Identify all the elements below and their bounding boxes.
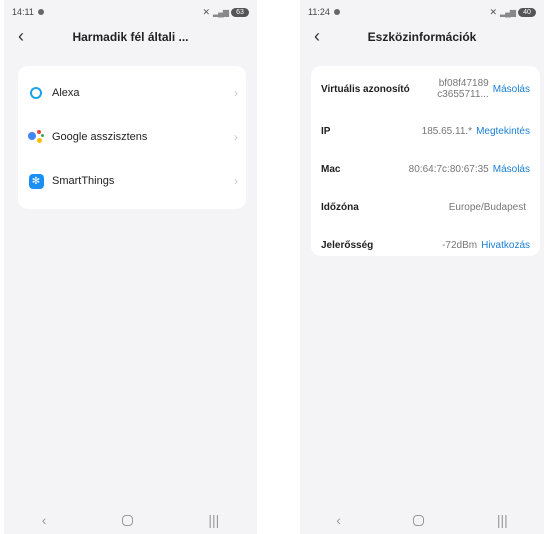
notification-icon (37, 9, 44, 15)
services-card: Alexa › Google asszisztens › ✻ SmartThin… (18, 66, 246, 209)
chevron-right-icon: › (234, 86, 238, 100)
info-label: Virtuális azonosító (321, 83, 410, 95)
info-value: bf08f47189 c3655711... (410, 78, 493, 100)
battery-indicator: 63 (231, 7, 249, 17)
service-label: SmartThings (52, 175, 115, 187)
alexa-icon (28, 85, 44, 101)
status-time: 14:11 (12, 7, 34, 17)
chevron-right-icon: › (234, 130, 238, 144)
android-nav-bar: ‹ ||| (300, 506, 544, 534)
nav-recents-icon[interactable]: ||| (208, 512, 219, 528)
nav-home-icon[interactable] (121, 514, 133, 526)
mute-icon: ✕ (202, 6, 211, 17)
mute-icon: ✕ (489, 6, 498, 17)
page-title: Eszközinformációk (367, 30, 477, 44)
notification-icon (333, 9, 340, 15)
nav-back-icon[interactable]: ‹ (336, 512, 341, 528)
info-value: -72dBm (442, 239, 478, 251)
info-value: 80:64:7c:80:67:35 (408, 163, 489, 175)
nav-back-icon[interactable]: ‹ (42, 512, 47, 528)
copy-link[interactable]: Másolás (493, 84, 530, 95)
battery-indicator: 40 (518, 7, 536, 17)
service-label: Alexa (52, 87, 80, 99)
service-item-alexa[interactable]: Alexa › (18, 71, 246, 115)
chevron-right-icon: › (234, 174, 238, 188)
android-nav-bar: ‹ ||| (4, 506, 257, 534)
info-row-mac: Mac 80:64:7c:80:67:35 Másolás (311, 150, 540, 188)
device-info-screen: 11:24 ✕ ▂▄▆ 40 ‹ Eszközinformációk Virtu… (300, 0, 544, 534)
header: ‹ Eszközinformációk (300, 24, 544, 50)
info-value: 185.65.11.* (421, 125, 473, 137)
info-label: Időzóna (321, 201, 359, 213)
smartthings-icon: ✻ (28, 173, 44, 189)
service-item-smartthings[interactable]: ✻ SmartThings › (18, 159, 246, 203)
service-label: Google asszisztens (52, 131, 148, 143)
info-value: Europe/Budapest (448, 201, 526, 213)
info-label: IP (321, 125, 331, 137)
back-chevron-icon[interactable]: ‹ (18, 27, 24, 45)
info-row-timezone: Időzóna Europe/Budapest (311, 188, 540, 226)
info-row-signal-strength: Jelerősség -72dBm Hivatkozás (311, 226, 540, 264)
info-label: Mac (321, 163, 341, 175)
view-link[interactable]: Megtekintés (476, 126, 530, 137)
info-row-ip: IP 185.65.11.* Megtekintés (311, 112, 540, 150)
back-chevron-icon[interactable]: ‹ (314, 27, 320, 45)
status-bar: 11:24 ✕ ▂▄▆ 40 (300, 0, 544, 24)
info-value-line2: c3655711... (437, 89, 489, 100)
third-party-services-screen: 14:11 ✕ ▂▄▆ 63 ‹ Harmadik fél általi ...… (4, 0, 257, 534)
service-item-google-assistant[interactable]: Google asszisztens › (18, 115, 246, 159)
status-bar: 14:11 ✕ ▂▄▆ 63 (4, 0, 257, 24)
google-assistant-icon (28, 129, 44, 145)
signal-icon: ▂▄▆ (500, 7, 516, 17)
status-time: 11:24 (308, 7, 330, 17)
nav-recents-icon[interactable]: ||| (497, 512, 508, 528)
reference-link[interactable]: Hivatkozás (481, 240, 530, 251)
info-row-virtual-id: Virtuális azonosító bf08f47189 c3655711.… (311, 66, 540, 112)
header: ‹ Harmadik fél általi ... (4, 24, 257, 50)
info-value-line1: bf08f47189 (438, 78, 489, 89)
device-info-card: Virtuális azonosító bf08f47189 c3655711.… (311, 66, 540, 256)
signal-icon: ▂▄▆ (213, 7, 229, 17)
nav-home-icon[interactable] (413, 514, 425, 526)
info-label: Jelerősség (321, 239, 374, 251)
copy-link[interactable]: Másolás (493, 164, 530, 175)
page-title: Harmadik fél általi ... (72, 30, 189, 44)
